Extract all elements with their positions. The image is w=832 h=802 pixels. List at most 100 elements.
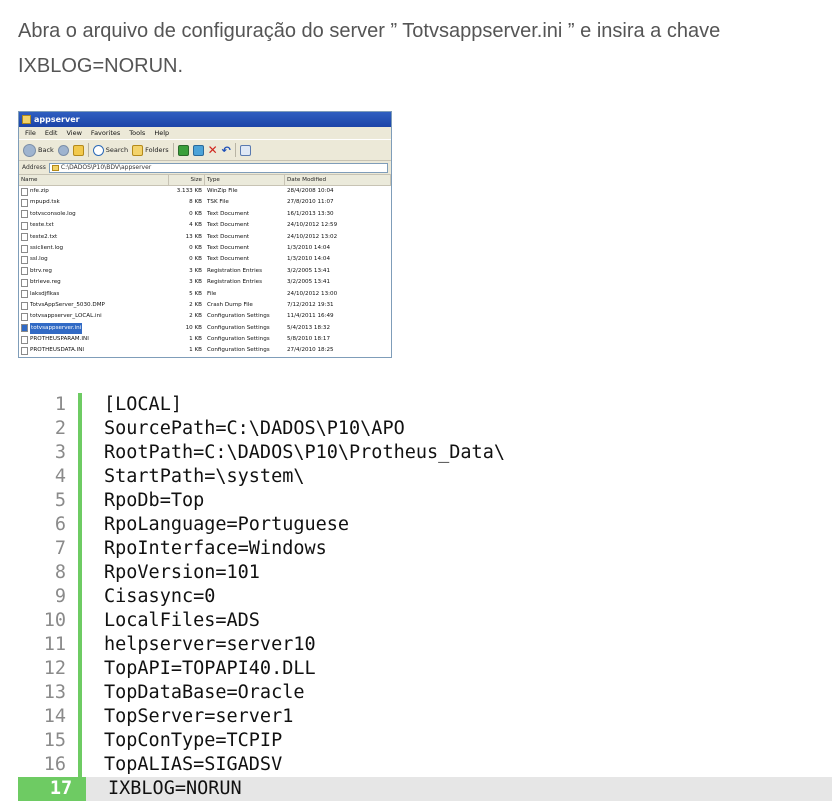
line-number: 17 — [18, 777, 82, 801]
file-name: totvsappserver.ini — [19, 322, 169, 335]
file-icon — [21, 347, 28, 356]
code-line: 10 LocalFiles=ADS — [18, 609, 832, 633]
column-size: Size — [169, 175, 205, 185]
line-number: 3 — [54, 442, 66, 463]
line-text: RpoVersion=101 — [104, 562, 260, 583]
file-size: 2 KB — [189, 301, 202, 308]
line-text: [LOCAL] — [104, 394, 182, 415]
file-row: laksdjflkas 5 KB File 24/10/2012 13:00 — [19, 289, 391, 300]
file-icon — [21, 278, 28, 287]
line-text: helpserver=server10 — [104, 634, 316, 655]
line-number: 4 — [54, 466, 66, 487]
file-name: totvsconsole.log — [19, 209, 169, 220]
file-date: 16/1/2013 13:30 — [287, 210, 334, 217]
explorer-screenshot: appserver File Edit View Favorites Tools… — [18, 111, 392, 358]
menu-tools: Tools — [129, 129, 146, 137]
code-line: 16 TopALIAS=SIGADSV — [18, 753, 832, 777]
file-row: TotvsAppServer_5030.DMP 2 KB Crash Dump Fi… — [19, 300, 391, 311]
line-number: 1 — [54, 394, 66, 415]
line-number: 6 — [54, 514, 66, 535]
file-row: btrv.reg 3 KB Registration Entries 3/2/2005… — [19, 266, 391, 277]
file-row: nfe.zip 3.133 KB WinZip File 28/4/2008 10:0… — [19, 186, 391, 197]
explorer-title: appserver — [34, 115, 80, 124]
code-line: 6 RpoLanguage=Portuguese — [18, 513, 832, 537]
file-name: ssiclient.log — [19, 243, 169, 254]
line-number: 13 — [43, 682, 66, 703]
file-size: 0 KB — [189, 210, 202, 217]
file-date: 24/10/2012 12:59 — [287, 222, 338, 229]
file-name: btrv.reg — [19, 266, 169, 277]
file-size: 0 KB — [189, 244, 202, 251]
line-text: IXBLOG=NORUN — [108, 778, 242, 799]
file-type: WinZip File — [207, 188, 238, 194]
file-row: teste.txt 4 KB Text Document 24/10/2012 12:… — [19, 220, 391, 231]
file-row: PROTHEUSPARAM.INI 1 KB Configuration Setti… — [19, 334, 391, 345]
file-type: Registration Entries — [207, 267, 262, 274]
back-arrow-icon — [23, 143, 36, 157]
file-list-header: Name Size Type Date Modified — [19, 175, 391, 186]
file-icon — [21, 312, 28, 321]
file-type: Text Document — [207, 210, 250, 217]
intro-paragraph: Abra o arquivo de configuração do server… — [18, 20, 721, 77]
toolbar-separator — [234, 143, 236, 157]
file-size: 3.133 KB — [176, 188, 202, 194]
file-date: 5/8/2010 18:17 — [287, 336, 331, 343]
file-date: 24/10/2012 13:00 — [287, 290, 338, 297]
toolbar-separator — [87, 143, 89, 157]
file-type: Text Document — [207, 233, 250, 240]
file-size: 10 KB — [185, 324, 202, 331]
line-text: TopAPI=TOPAPI40.DLL — [104, 658, 316, 679]
file-date: 5/4/2013 18:32 — [287, 324, 331, 331]
file-icon — [21, 221, 28, 230]
file-date: 3/2/2005 13:41 — [287, 279, 331, 286]
file-size: 8 KB — [189, 199, 202, 206]
line-number: 2 — [54, 418, 66, 439]
menu-view: View — [66, 129, 82, 137]
file-date: 24/10/2012 13:02 — [287, 233, 338, 240]
file-type: Configuration Settings — [207, 313, 270, 320]
line-text: LocalFiles=ADS — [104, 610, 260, 631]
file-date: 27/8/2010 11:07 — [287, 199, 334, 206]
file-size: 3 KB — [189, 279, 202, 286]
delete-icon: ✕ — [207, 142, 218, 157]
file-size: 5 KB — [189, 290, 202, 297]
explorer-menubar: File Edit View Favorites Tools Help — [19, 127, 391, 139]
code-line: 8 RpoVersion=101 — [18, 561, 832, 585]
column-date: Date Modified — [285, 175, 391, 185]
address-field: C:\DADOS\P10\BDV\appserver — [48, 162, 388, 173]
line-text: Cisasync=0 — [104, 586, 216, 607]
code-line: 4 StartPath=\system\ — [18, 465, 832, 489]
file-date: 11/4/2011 16:49 — [287, 313, 334, 320]
file-type: TSK File — [207, 199, 229, 206]
file-type: Crash Dump File — [207, 301, 253, 308]
line-number: 5 — [54, 490, 66, 511]
file-date: 1/3/2010 14:04 — [287, 256, 331, 263]
line-text: TopALIAS=SIGADSV — [104, 754, 283, 775]
folders-button: Folders — [132, 144, 169, 156]
menu-favorites: Favorites — [90, 129, 121, 137]
line-text: RootPath=C:\DADOS\P10\Protheus_Data\ — [104, 442, 505, 463]
folder-up-icon — [72, 144, 84, 156]
line-number: 8 — [54, 562, 66, 583]
file-size: 4 KB — [189, 222, 202, 229]
line-text: StartPath=\system\ — [104, 466, 305, 487]
explorer-titlebar: appserver — [19, 112, 391, 127]
file-name: ssl.log — [19, 254, 169, 265]
code-line: 14 TopServer=server1 — [18, 705, 832, 729]
address-value: C:\DADOS\P10\BDV\appserver — [60, 164, 152, 171]
forward-arrow-icon — [57, 144, 69, 156]
file-row: teste2.txt 13 KB Text Document 24/10/2012 1… — [19, 232, 391, 243]
code-line: 2 SourcePath=C:\DADOS\P10\APO — [18, 417, 832, 441]
column-name: Name — [19, 175, 169, 185]
search-button: Search — [92, 144, 128, 156]
address-label: Address — [22, 164, 46, 171]
line-text: TopConType=TCPIP — [104, 730, 283, 751]
file-name: teste2.txt — [19, 232, 169, 243]
file-type: File — [207, 290, 217, 297]
file-icon — [21, 210, 28, 219]
line-number: 15 — [43, 730, 66, 751]
file-date: 3/2/2005 13:41 — [287, 267, 331, 274]
file-icon — [21, 244, 28, 253]
folder-icon — [51, 164, 59, 171]
file-type: Text Document — [207, 256, 250, 263]
